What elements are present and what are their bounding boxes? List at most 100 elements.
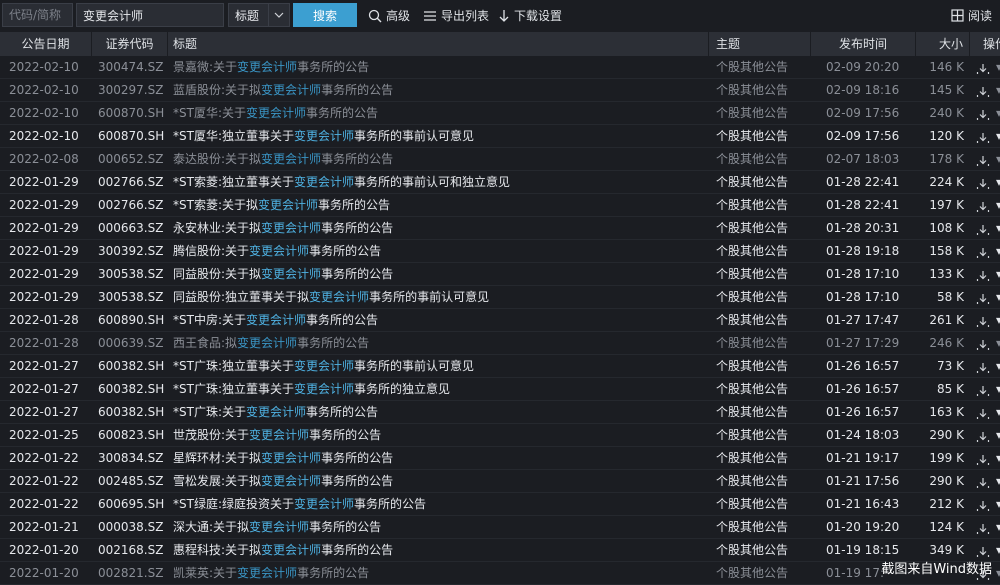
- security-code[interactable]: 300297.SZ: [98, 79, 168, 102]
- table-row[interactable]: 2022-02-10 600870.SH *ST厦华:独立董事关于变更会计师事务…: [0, 125, 1000, 148]
- security-code[interactable]: 600382.SH: [98, 378, 168, 401]
- download-icon[interactable]: [976, 498, 992, 511]
- announcement-title[interactable]: 同益股份:关于拟变更会计师事务所的公告: [173, 263, 708, 286]
- announcement-title[interactable]: 泰达股份:关于拟变更会计师事务所的公告: [173, 148, 708, 171]
- table-row[interactable]: 2022-02-10 600870.SH *ST厦华:关于变更会计师事务所的公告…: [0, 102, 1000, 125]
- table-row[interactable]: 2022-02-10 300474.SZ 景嘉微:关于变更会计师事务所的公告 个…: [0, 56, 1000, 79]
- security-code[interactable]: 300538.SZ: [98, 286, 168, 309]
- more-actions-icon[interactable]: ▾: [996, 309, 1000, 332]
- security-code[interactable]: 000663.SZ: [98, 217, 168, 240]
- table-row[interactable]: 2022-01-29 002766.SZ *ST索菱:关于拟变更会计师事务所的公…: [0, 194, 1000, 217]
- download-icon[interactable]: [976, 199, 992, 212]
- table-row[interactable]: 2022-01-27 600382.SH *ST广珠:独立董事关于变更会计师事务…: [0, 378, 1000, 401]
- download-icon[interactable]: [976, 291, 992, 304]
- column-header-code[interactable]: 证券代码: [92, 32, 168, 56]
- security-code[interactable]: 600823.SH: [98, 424, 168, 447]
- column-header-date[interactable]: 公告日期: [0, 32, 92, 56]
- more-actions-icon[interactable]: ▾: [996, 263, 1000, 286]
- table-row[interactable]: 2022-01-22 002485.SZ 雪松发展:关于拟变更会计师事务所的公告…: [0, 470, 1000, 493]
- announcement-title[interactable]: 深大通:关于拟变更会计师事务所的公告: [173, 516, 708, 539]
- download-icon[interactable]: [976, 429, 992, 442]
- download-icon[interactable]: [976, 521, 992, 534]
- download-icon[interactable]: [976, 314, 992, 327]
- table-row[interactable]: 2022-01-27 600382.SH *ST广珠:独立董事关于变更会计师事务…: [0, 355, 1000, 378]
- more-actions-icon[interactable]: ▾: [996, 240, 1000, 263]
- table-row[interactable]: 2022-01-21 000038.SZ 深大通:关于拟变更会计师事务所的公告 …: [0, 516, 1000, 539]
- announcement-title[interactable]: 西王食品:拟变更会计师事务所的公告: [173, 332, 708, 355]
- export-list-button[interactable]: 导出列表: [423, 7, 489, 24]
- more-actions-icon[interactable]: ▾: [996, 470, 1000, 493]
- download-icon[interactable]: [976, 61, 992, 74]
- more-actions-icon[interactable]: ▾: [996, 424, 1000, 447]
- table-row[interactable]: 2022-01-20 002168.SZ 惠程科技:关于拟变更会计师事务所的公告…: [0, 539, 1000, 562]
- more-actions-icon[interactable]: ▾: [996, 539, 1000, 562]
- announcement-title[interactable]: 星辉环材:关于拟变更会计师事务所的公告: [173, 447, 708, 470]
- download-icon[interactable]: [976, 544, 992, 557]
- announcement-title[interactable]: *ST绿庭:绿庭投资关于变更会计师事务所的公告: [173, 493, 708, 516]
- table-row[interactable]: 2022-01-29 000663.SZ 永安林业:关于拟变更会计师事务所的公告…: [0, 217, 1000, 240]
- more-actions-icon[interactable]: ▾: [996, 332, 1000, 355]
- more-actions-icon[interactable]: ▾: [996, 56, 1000, 79]
- more-actions-icon[interactable]: ▾: [996, 493, 1000, 516]
- download-icon[interactable]: [976, 383, 992, 396]
- announcement-title[interactable]: *ST索菱:独立董事关于变更会计师事务所的事前认可和独立意见: [173, 171, 708, 194]
- announcement-title[interactable]: *ST广珠:关于变更会计师事务所的公告: [173, 401, 708, 424]
- download-icon[interactable]: [976, 130, 992, 143]
- download-settings-button[interactable]: 下载设置: [498, 7, 562, 24]
- security-code[interactable]: 002766.SZ: [98, 194, 168, 217]
- security-code[interactable]: 600870.SH: [98, 125, 168, 148]
- table-row[interactable]: 2022-01-20 002821.SZ 凯莱英:关于变更会计师事务所的公告 个…: [0, 562, 1000, 585]
- announcement-title[interactable]: 世茂股份:关于变更会计师事务所的公告: [173, 424, 708, 447]
- announcement-title[interactable]: *ST厦华:独立董事关于变更会计师事务所的事前认可意见: [173, 125, 708, 148]
- table-row[interactable]: 2022-01-29 300538.SZ 同益股份:独立董事关于拟变更会计师事务…: [0, 286, 1000, 309]
- download-icon[interactable]: [976, 176, 992, 189]
- announcement-title[interactable]: 凯莱英:关于变更会计师事务所的公告: [173, 562, 708, 585]
- announcement-title[interactable]: 雪松发展:关于拟变更会计师事务所的公告: [173, 470, 708, 493]
- search-button[interactable]: 搜索: [293, 3, 357, 27]
- more-actions-icon[interactable]: ▾: [996, 217, 1000, 240]
- more-actions-icon[interactable]: ▾: [996, 148, 1000, 171]
- security-code[interactable]: 002168.SZ: [98, 539, 168, 562]
- announcement-title[interactable]: 永安林业:关于拟变更会计师事务所的公告: [173, 217, 708, 240]
- announcement-title[interactable]: 蓝盾股份:关于拟变更会计师事务所的公告: [173, 79, 708, 102]
- announcement-title[interactable]: *ST索菱:关于拟变更会计师事务所的公告: [173, 194, 708, 217]
- more-actions-icon[interactable]: ▾: [996, 401, 1000, 424]
- more-actions-icon[interactable]: ▾: [996, 562, 1000, 585]
- download-icon[interactable]: [976, 245, 992, 258]
- announcement-title[interactable]: *ST广珠:独立董事关于变更会计师事务所的独立意见: [173, 378, 708, 401]
- download-icon[interactable]: [976, 84, 992, 97]
- more-actions-icon[interactable]: ▾: [996, 447, 1000, 470]
- security-code[interactable]: 000639.SZ: [98, 332, 168, 355]
- table-row[interactable]: 2022-01-27 600382.SH *ST广珠:关于变更会计师事务所的公告…: [0, 401, 1000, 424]
- table-row[interactable]: 2022-01-28 000639.SZ 西王食品:拟变更会计师事务所的公告 个…: [0, 332, 1000, 355]
- table-row[interactable]: 2022-02-08 000652.SZ 泰达股份:关于拟变更会计师事务所的公告…: [0, 148, 1000, 171]
- more-actions-icon[interactable]: ▾: [996, 194, 1000, 217]
- security-code[interactable]: 600695.SH: [98, 493, 168, 516]
- announcement-title[interactable]: 惠程科技:关于拟变更会计师事务所的公告: [173, 539, 708, 562]
- table-row[interactable]: 2022-01-28 600890.SH *ST中房:关于变更会计师事务所的公告…: [0, 309, 1000, 332]
- more-actions-icon[interactable]: ▾: [996, 516, 1000, 539]
- security-code[interactable]: 002485.SZ: [98, 470, 168, 493]
- download-icon[interactable]: [976, 406, 992, 419]
- more-actions-icon[interactable]: ▾: [996, 355, 1000, 378]
- advanced-search-button[interactable]: 高级: [368, 7, 410, 24]
- announcement-title[interactable]: 景嘉微:关于变更会计师事务所的公告: [173, 56, 708, 79]
- download-icon[interactable]: [976, 452, 992, 465]
- security-code[interactable]: 600890.SH: [98, 309, 168, 332]
- download-icon[interactable]: [976, 337, 992, 350]
- column-header-topic[interactable]: 主题: [709, 32, 811, 56]
- search-field-select[interactable]: 标题: [228, 3, 290, 27]
- security-code-input[interactable]: [2, 3, 73, 27]
- reading-mode-button[interactable]: 阅读: [951, 7, 992, 24]
- download-icon[interactable]: [976, 360, 992, 373]
- more-actions-icon[interactable]: ▾: [996, 79, 1000, 102]
- column-header-time[interactable]: 发布时间: [811, 32, 916, 56]
- announcement-title[interactable]: *ST广珠:独立董事关于变更会计师事务所的事前认可意见: [173, 355, 708, 378]
- security-code[interactable]: 600382.SH: [98, 355, 168, 378]
- security-code[interactable]: 600870.SH: [98, 102, 168, 125]
- download-icon[interactable]: [976, 107, 992, 120]
- table-row[interactable]: 2022-02-10 300297.SZ 蓝盾股份:关于拟变更会计师事务所的公告…: [0, 79, 1000, 102]
- download-icon[interactable]: [976, 222, 992, 235]
- column-header-title[interactable]: 标题: [168, 32, 709, 56]
- security-code[interactable]: 300392.SZ: [98, 240, 168, 263]
